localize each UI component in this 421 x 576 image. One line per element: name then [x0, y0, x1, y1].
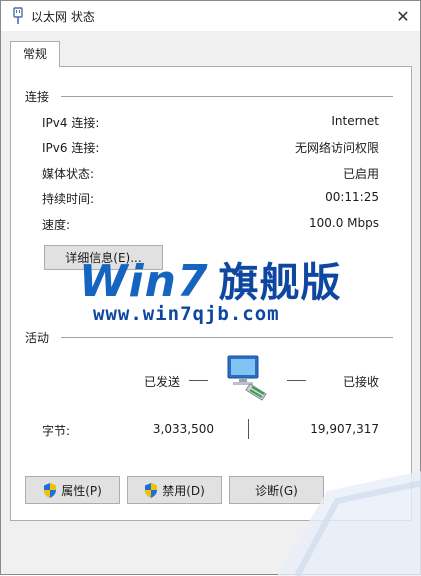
tab-general[interactable]: 常规 [10, 41, 60, 67]
watermark-logo: Win7 旗舰版 [79, 256, 349, 307]
ethernet-status-window: 以太网 状态 ✕ 常规 连接 IPv4 连接: Internet IPv6 连接… [0, 0, 421, 576]
speed-value: 100.0 Mbps [308, 216, 379, 230]
watermark-logo-text: Win7 [79, 256, 209, 307]
ipv4-label: IPv4 连接: [42, 116, 100, 130]
duration-label: 持续时间: [42, 192, 95, 206]
ipv4-value: Internet [331, 114, 379, 128]
speed-label: 速度: [42, 218, 71, 232]
disable-button-label: 禁用(D) [162, 483, 205, 498]
ipv6-label: IPv6 连接: [42, 141, 100, 155]
bytes-divider [248, 419, 249, 439]
network-computer-icon [227, 355, 267, 401]
properties-button-label: 属性(P) [61, 483, 102, 498]
properties-button[interactable]: 属性(P) [25, 476, 120, 504]
duration-value: 00:11:25 [325, 190, 379, 204]
watermark-swoosh [277, 471, 421, 576]
watermark-logo-cn: 旗舰版 [218, 260, 342, 306]
media-state-value: 已启用 [342, 167, 379, 181]
uac-shield-icon [44, 482, 57, 498]
ipv6-value: 无网络访问权限 [294, 141, 379, 155]
connection-heading: 连接 [25, 90, 50, 104]
close-icon: ✕ [396, 6, 410, 26]
activity-divider [61, 337, 393, 338]
connection-divider [61, 96, 393, 97]
sent-line [189, 380, 208, 381]
received-line [287, 380, 306, 381]
media-state-label: 媒体状态: [42, 167, 95, 181]
uac-shield-icon [145, 482, 158, 498]
received-label: 已接收 [342, 375, 379, 389]
activity-heading: 活动 [25, 331, 50, 345]
bytes-label: 字节: [42, 424, 71, 438]
close-button[interactable]: ✕ [386, 1, 420, 31]
sent-label: 已发送 [144, 375, 181, 389]
bytes-sent-value: 3,033,500 [152, 422, 214, 436]
window-title: 以太网 状态 [31, 10, 95, 24]
title-bar[interactable]: 以太网 状态 ✕ [1, 1, 420, 31]
watermark-url: www.win7qjb.com [93, 303, 280, 325]
bytes-received-value: 19,907,317 [310, 422, 379, 436]
ethernet-plug-icon [13, 7, 23, 24]
disable-button[interactable]: 禁用(D) [127, 476, 222, 504]
